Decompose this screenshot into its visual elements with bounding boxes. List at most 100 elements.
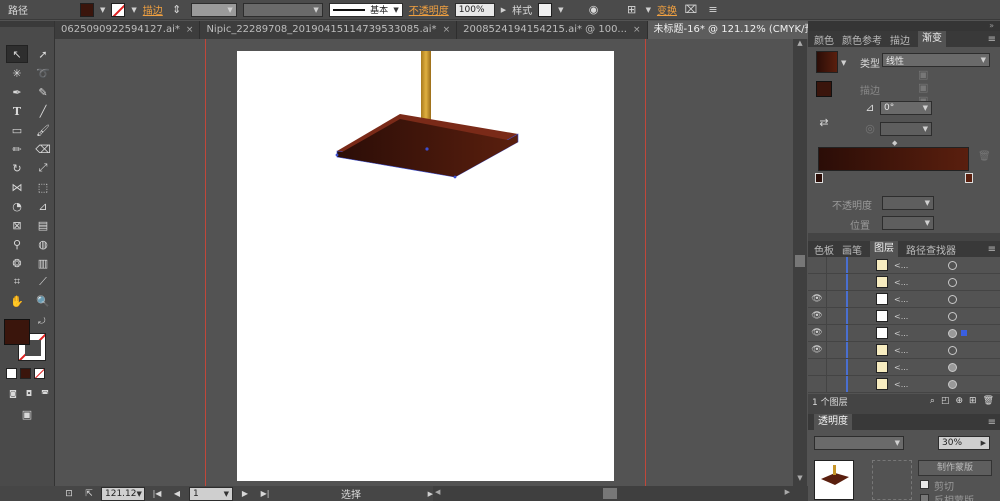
artboard[interactable] — [237, 51, 614, 481]
selection-indicator[interactable] — [961, 330, 967, 336]
gradient-stroke-swatch[interactable] — [816, 81, 832, 97]
close-icon[interactable]: × — [186, 21, 194, 39]
next-page-icon[interactable]: ▶ — [237, 487, 253, 501]
symbol-sprayer-icon[interactable]: ❂ — [6, 254, 28, 272]
gradient-slider[interactable] — [818, 147, 969, 171]
prev-page-icon[interactable]: ◀ — [169, 487, 185, 501]
selection-icon[interactable]: ↖ — [6, 45, 28, 63]
page-dropdown[interactable]: 1 ▼ — [189, 486, 233, 501]
draw-behind-icon[interactable]: ◘ — [22, 387, 36, 399]
target-icon[interactable] — [948, 379, 957, 389]
layer-row[interactable]: 👁 <... — [808, 341, 1000, 359]
color-mode-icon[interactable] — [6, 368, 17, 379]
dock-collapse-icon[interactable]: » — [808, 21, 1000, 31]
lasso-icon[interactable]: ➰ — [32, 64, 54, 82]
type-dropdown[interactable]: 线性 ▼ — [882, 53, 990, 67]
panel-menu-icon[interactable]: ≡ — [705, 3, 721, 17]
zoom-dropdown[interactable]: 121.12 ▼ — [101, 486, 145, 501]
opacity-field[interactable]: 100% — [454, 2, 495, 17]
mesh-icon[interactable]: ⊠ — [6, 216, 28, 234]
eye-icon[interactable]: 👁 — [808, 345, 826, 355]
target-icon[interactable] — [948, 294, 957, 304]
graph-icon[interactable]: ▥ — [32, 254, 54, 272]
stroke-weight-dropdown[interactable]: ▼ — [190, 2, 237, 17]
direct-selection-icon[interactable]: ➚ — [32, 45, 54, 63]
scroll-left-icon[interactable]: ◀ — [435, 488, 440, 496]
eye-icon[interactable]: 👁 — [808, 328, 826, 338]
fill-dropdown-icon[interactable]: ▼ — [100, 6, 105, 14]
close-icon[interactable]: × — [443, 21, 451, 39]
stop-opacity-field[interactable]: ▼ — [882, 196, 934, 210]
lock-toggle[interactable] — [826, 273, 842, 291]
angle-field[interactable]: 0° ▼ — [880, 101, 932, 115]
eye-icon[interactable]: 👁 — [808, 311, 826, 321]
tab-color[interactable]: 颜色 — [814, 32, 834, 47]
fill-box[interactable] — [4, 319, 30, 345]
gradient-preset-dropdown-icon[interactable]: ▼ — [841, 59, 846, 67]
lock-toggle[interactable] — [826, 290, 842, 308]
stepper-icon[interactable]: ⇕ — [169, 3, 185, 17]
fill-stroke-widget[interactable]: ⤾ — [4, 317, 48, 361]
lock-toggle[interactable] — [826, 358, 842, 376]
hand-icon[interactable]: ✋ — [6, 292, 28, 310]
anchor-point[interactable] — [453, 175, 457, 179]
isolate-icon[interactable]: ⌧ — [683, 3, 699, 17]
scale-icon[interactable]: ⤢ — [32, 159, 54, 177]
tab-brushes[interactable]: 画笔 — [842, 242, 862, 257]
transparency-opacity-field[interactable]: 30% ▶ — [938, 436, 990, 450]
draw-normal-icon[interactable]: ◙ — [6, 387, 20, 399]
paintbrush-icon[interactable]: 🖌 — [32, 121, 54, 139]
new-layer-icon[interactable]: ⊞ — [969, 396, 977, 406]
magic-wand-icon[interactable]: ✳ — [6, 64, 28, 82]
eraser-icon[interactable]: ⌫ — [32, 140, 54, 158]
zoom-icon[interactable]: 🔍 — [32, 292, 54, 310]
gradient-stop-right[interactable] — [965, 173, 973, 183]
stroke-label[interactable]: 描边 — [143, 2, 163, 17]
style-dropdown-icon[interactable]: ▼ — [558, 6, 563, 14]
document-tab[interactable]: Nipic_22289708_20190415114739533085.ai* × — [200, 21, 458, 39]
tab-swatches[interactable]: 色板 — [814, 242, 834, 257]
tab-transparency[interactable]: 透明度 — [814, 414, 852, 430]
layer-row[interactable]: 👁 <... — [808, 307, 1000, 325]
free-transform-icon[interactable]: ⬚ — [32, 178, 54, 196]
none-mode-icon[interactable] — [34, 368, 45, 379]
scroll-down-icon[interactable]: ▼ — [793, 474, 807, 486]
scroll-right-icon[interactable]: ▶ — [785, 488, 790, 496]
hscroll-thumb[interactable] — [603, 488, 617, 499]
opacity-label[interactable]: 不透明度 — [409, 2, 449, 17]
document-tab[interactable]: 0625090922594127.ai* × — [55, 21, 201, 39]
anchor-point[interactable] — [335, 153, 339, 157]
gradient-icon[interactable]: ▤ — [32, 216, 54, 234]
layer-row[interactable]: <... — [808, 375, 1000, 393]
layer-row-selected[interactable]: 👁 <... — [808, 324, 1000, 342]
fill-swatch[interactable] — [80, 2, 94, 17]
target-icon[interactable] — [948, 260, 957, 270]
delete-layer-icon[interactable]: 🗑 — [983, 396, 1000, 406]
tab-color-guide[interactable]: 颜色参考 — [842, 32, 882, 47]
close-icon[interactable]: × — [633, 21, 641, 39]
document-tab[interactable]: 2008524194154215.ai* @ 100... × — [457, 21, 648, 39]
lamp-pole[interactable] — [421, 51, 431, 121]
stroke-dropdown-icon[interactable]: ▼ — [131, 6, 136, 14]
artboard-icon[interactable]: ⌗ — [6, 273, 28, 291]
style-swatch[interactable] — [538, 2, 553, 17]
first-page-icon[interactable]: |◀ — [149, 487, 165, 501]
lock-toggle[interactable] — [826, 307, 842, 325]
tab-pathfinder[interactable]: 路径查找器 — [906, 242, 956, 257]
gradient-mode-icon[interactable] — [20, 368, 31, 379]
mask-thumbnail[interactable] — [872, 460, 912, 500]
scroll-up-icon[interactable]: ▲ — [793, 39, 807, 51]
opacity-dropdown-icon[interactable]: ▶ — [501, 6, 506, 14]
horizontal-scrollbar[interactable]: ◀ ▶ — [433, 486, 808, 501]
layer-row[interactable]: 👁 <... — [808, 290, 1000, 308]
blend-mode-dropdown[interactable]: ▼ — [814, 436, 904, 450]
recolor-icon[interactable]: ◉ — [586, 3, 602, 17]
scroll-thumb[interactable] — [795, 255, 805, 267]
brush-dropdown[interactable]: 基本 ▼ — [328, 2, 403, 17]
rotate-icon[interactable]: ↻ — [6, 159, 28, 177]
width-icon[interactable]: ⋈ — [6, 178, 28, 196]
tab-stroke[interactable]: 描边 — [890, 32, 910, 47]
perspective-icon[interactable]: ⊿ — [32, 197, 54, 215]
lock-toggle[interactable] — [826, 257, 842, 274]
export-icon[interactable]: ⇱ — [81, 487, 97, 501]
